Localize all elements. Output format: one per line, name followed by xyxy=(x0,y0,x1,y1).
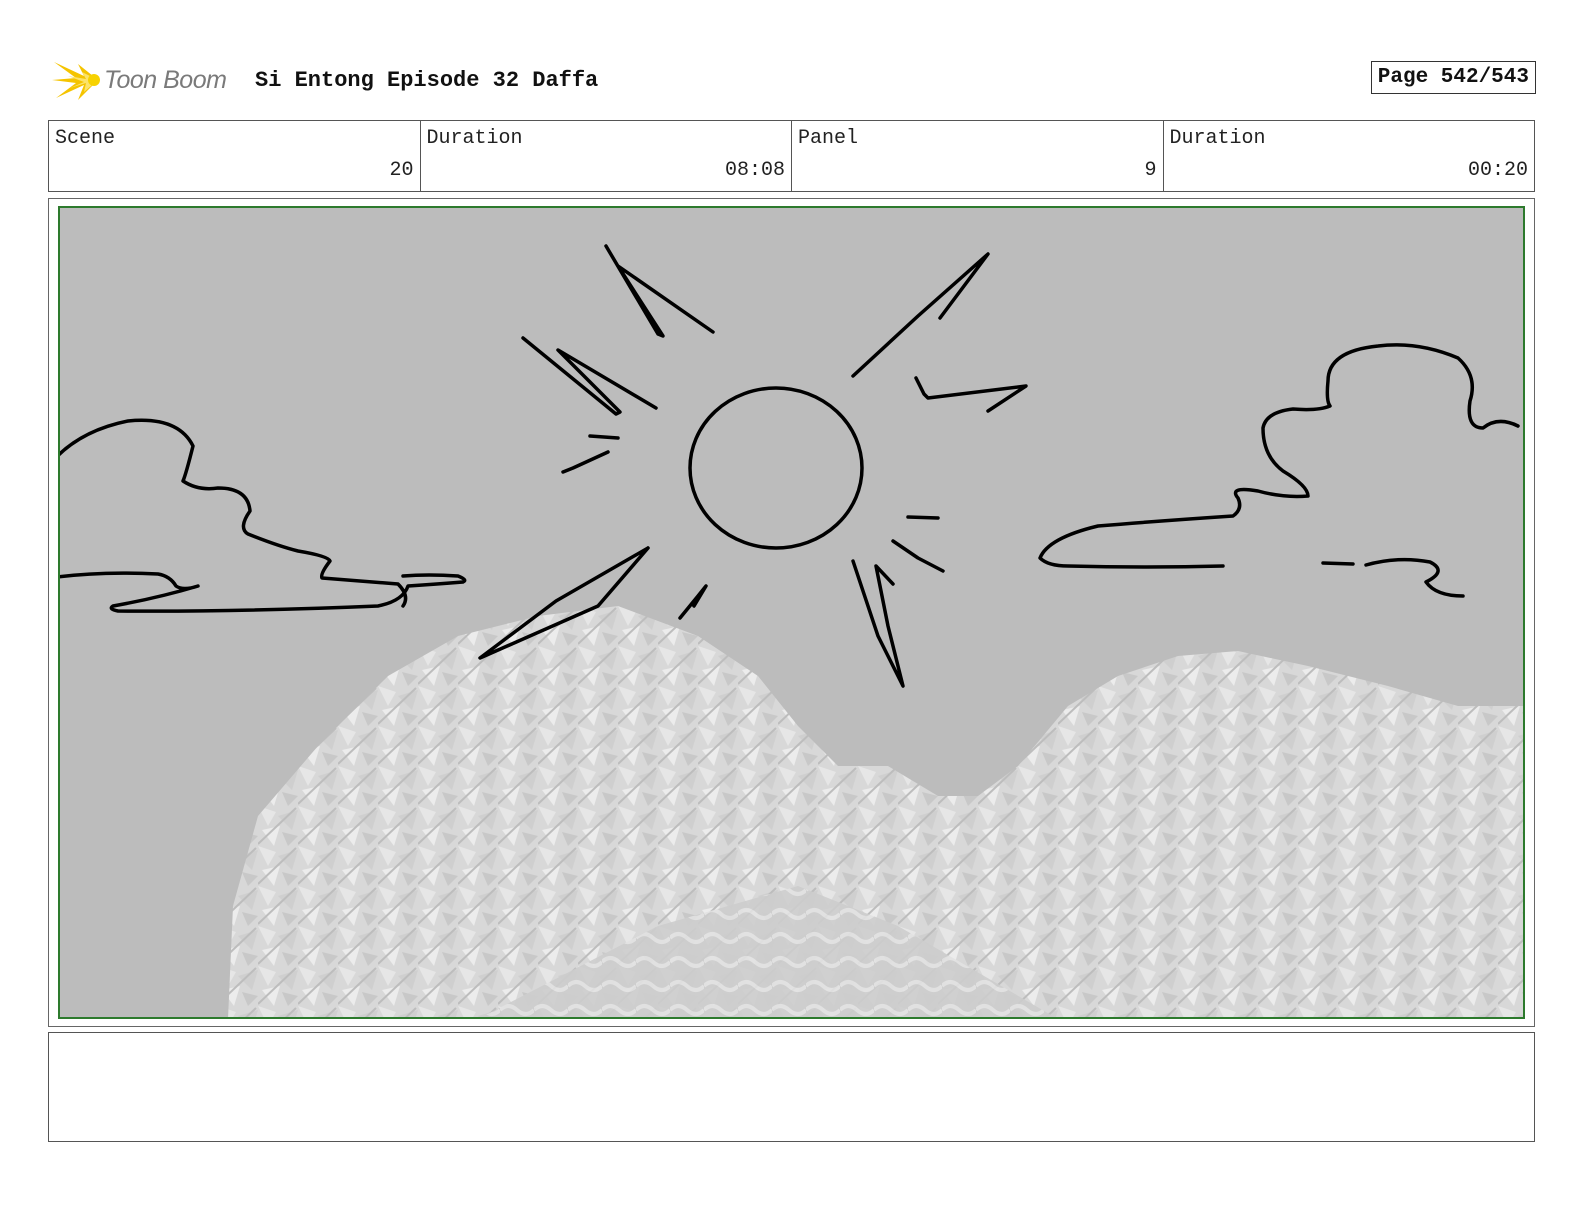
scene-label: Scene xyxy=(55,127,116,150)
panel-duration-cell: Duration 00:20 xyxy=(1164,121,1535,191)
scene-duration-cell: Duration 08:08 xyxy=(421,121,792,191)
scene-cell: Scene 20 xyxy=(49,121,421,191)
page-number: Page 542/543 xyxy=(1370,61,1536,94)
panel-frame xyxy=(48,198,1535,1027)
project-title: Si Entong Episode 32 Daffa xyxy=(255,68,599,93)
panel-duration-value: 00:20 xyxy=(1467,159,1528,182)
scene-duration-value: 08:08 xyxy=(724,159,785,182)
toon-boom-flare-icon xyxy=(52,62,100,100)
panel-value: 9 xyxy=(1144,159,1157,182)
scene-value: 20 xyxy=(389,159,414,182)
logo-text: Toon Boom xyxy=(104,66,227,94)
panel-label: Panel xyxy=(798,127,859,150)
storyboard-header: Toon Boom Si Entong Episode 32 Daffa Pag… xyxy=(50,56,1536,106)
panel-notes-box[interactable] xyxy=(48,1032,1535,1142)
panel-cell: Panel 9 xyxy=(792,121,1164,191)
panel-duration-label: Duration xyxy=(1169,127,1266,150)
toon-boom-logo: Toon Boom xyxy=(50,56,240,106)
scene-duration-label: Duration xyxy=(426,127,523,150)
scene-info-table: Scene 20 Duration 08:08 Panel 9 Duration… xyxy=(48,120,1535,192)
panel-artwork xyxy=(58,206,1525,1019)
panel-drawing xyxy=(58,206,1525,1019)
